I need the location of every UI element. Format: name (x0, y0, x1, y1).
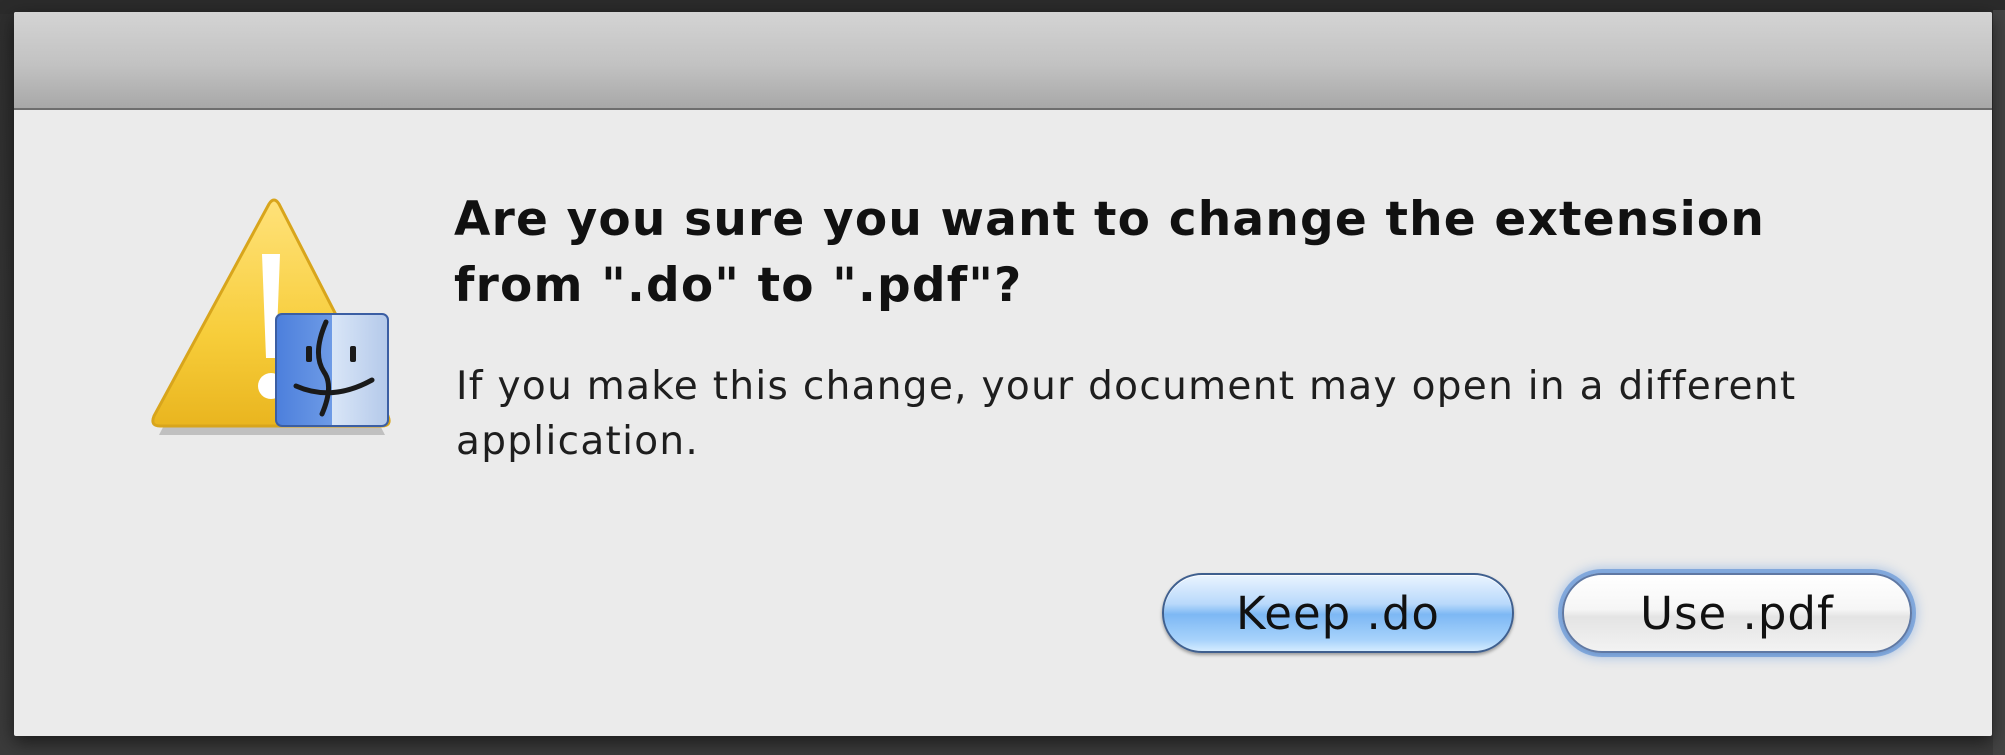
alert-informative-text: If you make this change, your document m… (456, 364, 1797, 464)
sheet-titlebar (14, 12, 1992, 110)
caution-finder-icon (142, 190, 412, 460)
alert-sheet: Are you sure you want to change the exte… (14, 12, 1992, 736)
window-right-edge (1993, 10, 2005, 755)
use-pdf-button[interactable]: Use .pdf (1562, 573, 1912, 653)
keep-extension-button[interactable]: Keep .do (1162, 573, 1514, 653)
alert-message: Are you sure you want to change the exte… (454, 192, 1766, 313)
